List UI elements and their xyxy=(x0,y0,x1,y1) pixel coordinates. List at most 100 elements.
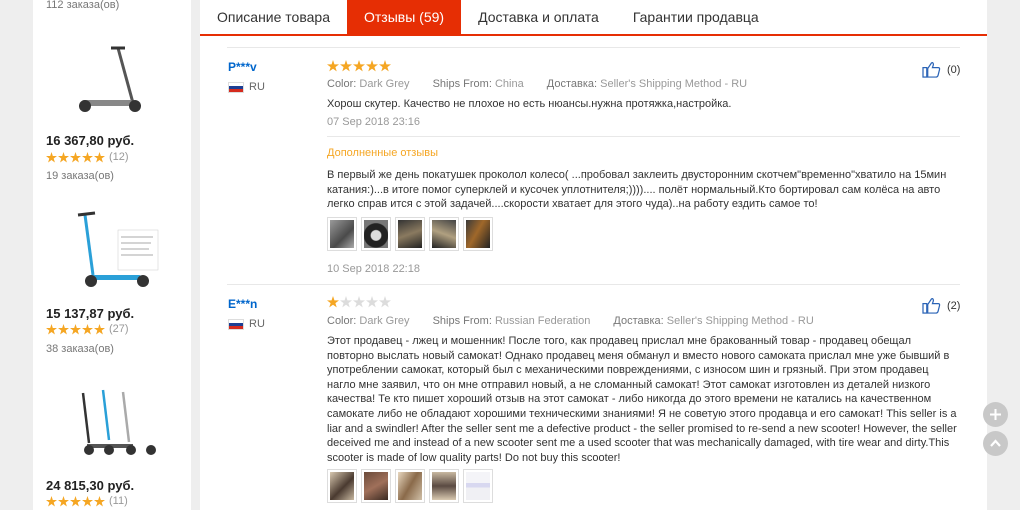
product-image-scooters-group[interactable] xyxy=(63,378,163,478)
star-icon xyxy=(70,151,81,162)
related-products-sidebar: 112 заказа(ов) 16 367,80 руб. (12) 19 за… xyxy=(33,0,191,510)
helpful-button[interactable]: (2) xyxy=(922,297,960,314)
review-photo[interactable] xyxy=(429,469,459,503)
color-label: Color: xyxy=(327,78,357,90)
review-photo[interactable] xyxy=(395,217,425,251)
helpful-count: (0) xyxy=(947,63,961,76)
star-empty-icon xyxy=(340,296,352,308)
star-icon xyxy=(94,323,105,334)
review-divider xyxy=(227,284,960,285)
star-icon xyxy=(70,323,81,334)
country-code: RU xyxy=(249,318,265,330)
tab-reviews[interactable]: Отзывы (59) xyxy=(346,0,462,34)
star-icon xyxy=(58,495,69,506)
review-text: Хорош скутер. Качество не плохое но есть… xyxy=(327,98,732,110)
review-photo[interactable] xyxy=(327,217,357,251)
review-photo[interactable] xyxy=(361,217,391,251)
star-empty-icon xyxy=(379,296,391,308)
ships-from-value: China xyxy=(494,78,524,90)
product-image-scooter-grey[interactable] xyxy=(63,38,163,138)
star-icon xyxy=(46,495,57,506)
ships-from-label: Ships From: xyxy=(432,315,492,327)
review-divider xyxy=(227,47,960,48)
star-icon xyxy=(82,323,93,334)
tab-description[interactable]: Описание товара xyxy=(200,0,347,34)
star-icon xyxy=(46,323,57,334)
thumbs-up-icon[interactable] xyxy=(922,61,941,78)
star-icon xyxy=(353,60,365,72)
product-rating: (11) xyxy=(46,495,128,507)
rating-stars xyxy=(46,151,105,163)
product-price[interactable]: 24 815,30 руб. xyxy=(46,478,134,493)
star-icon xyxy=(82,151,93,162)
delivery-value: Seller's Shipping Method - RU xyxy=(666,315,814,327)
review-stars xyxy=(327,60,391,72)
russia-flag-icon xyxy=(228,318,244,330)
product-orders: 38 заказа(ов) xyxy=(46,343,114,355)
product-price[interactable]: 15 137,87 руб. xyxy=(46,306,134,321)
review-photos xyxy=(327,217,493,251)
product-orders: 112 заказа(ов) xyxy=(46,0,120,11)
tab-shipping[interactable]: Доставка и оплата xyxy=(461,0,616,34)
star-icon xyxy=(58,323,69,334)
star-icon xyxy=(340,60,352,72)
review-photo[interactable] xyxy=(463,217,493,251)
delivery-label: Доставка: xyxy=(613,315,664,327)
product-image-scooter-blue[interactable] xyxy=(63,205,163,305)
star-icon xyxy=(82,495,93,506)
star-icon xyxy=(94,151,105,162)
review-photo[interactable] xyxy=(463,469,493,503)
ships-from-value: Russian Federation xyxy=(494,315,591,327)
color-value: Dark Grey xyxy=(359,78,410,90)
review-product-meta: Color: Dark Grey Ships From: China Доста… xyxy=(327,78,767,90)
helpful-button[interactable]: (0) xyxy=(922,61,960,78)
scroll-to-top-button[interactable] xyxy=(983,431,1008,456)
color-label: Color: xyxy=(327,315,357,327)
star-icon xyxy=(94,495,105,506)
product-tabs: Описание товара Отзывы (59) Доставка и о… xyxy=(200,0,987,36)
star-icon xyxy=(58,151,69,162)
helpful-count: (2) xyxy=(947,299,961,312)
review-photo[interactable] xyxy=(395,469,425,503)
review-photo[interactable] xyxy=(361,469,391,503)
reviewer-country: RU xyxy=(228,81,265,93)
star-icon xyxy=(70,495,81,506)
review-photo[interactable] xyxy=(327,469,357,503)
review-photos xyxy=(327,469,493,503)
color-value: Dark Grey xyxy=(359,315,410,327)
tab-seller-guarantees[interactable]: Гарантии продавца xyxy=(616,0,776,34)
delivery-label: Доставка: xyxy=(546,78,598,90)
product-rating: (27) xyxy=(46,323,129,335)
product-orders: 19 заказа(ов) xyxy=(46,170,114,182)
review-count: (27) xyxy=(109,323,129,335)
star-empty-icon xyxy=(366,296,378,308)
review-stars xyxy=(327,296,391,308)
star-icon xyxy=(327,296,339,308)
reviewer-name: E***n xyxy=(228,297,258,311)
review-count: (12) xyxy=(109,151,129,163)
reviewer-name: P***v xyxy=(228,60,257,74)
rating-stars xyxy=(46,495,105,507)
review-photo[interactable] xyxy=(429,217,459,251)
review-count: (11) xyxy=(109,495,128,507)
star-icon xyxy=(379,60,391,72)
star-empty-icon xyxy=(353,296,365,308)
reviewer-country: RU xyxy=(228,318,265,330)
add-button[interactable] xyxy=(983,402,1008,427)
delivery-value: Seller's Shipping Method - RU xyxy=(600,78,748,90)
star-icon xyxy=(327,60,339,72)
product-price[interactable]: 16 367,80 руб. xyxy=(46,133,134,148)
russia-flag-icon xyxy=(228,81,244,93)
product-rating: (12) xyxy=(46,151,129,163)
thumbs-up-icon[interactable] xyxy=(922,297,941,314)
review-product-meta: Color: Dark Grey Ships From: Russian Fed… xyxy=(327,315,834,327)
review-divider xyxy=(327,136,960,137)
rating-stars xyxy=(46,323,105,335)
review-text: Этот продавец - лжец и мошенник! После т… xyxy=(327,335,957,464)
plus-icon xyxy=(990,409,1001,420)
review-date: 07 Sep 2018 23:16 xyxy=(327,116,420,128)
star-icon xyxy=(46,151,57,162)
country-code: RU xyxy=(249,81,265,93)
additional-feedback-date: 10 Sep 2018 22:18 xyxy=(327,263,420,275)
product-details-panel: Описание товара Отзывы (59) Доставка и о… xyxy=(200,0,987,510)
